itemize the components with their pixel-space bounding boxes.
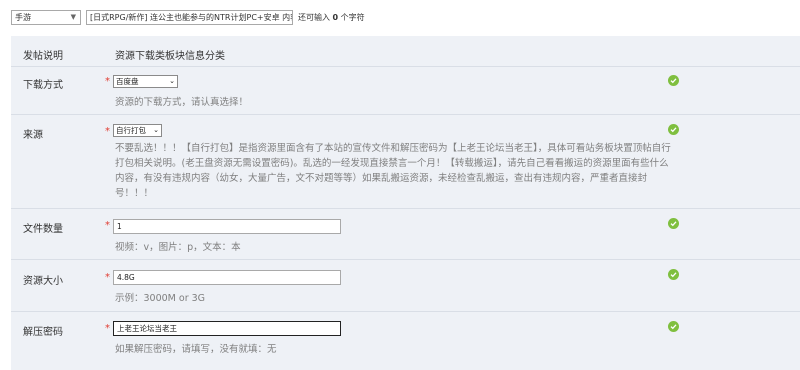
check-icon (668, 124, 679, 135)
check-icon (668, 321, 679, 332)
row-divider (11, 66, 800, 67)
row-divider (11, 311, 800, 312)
resource-size-hint: 示例：3000M or 3G (115, 293, 206, 304)
required-mark: * (105, 272, 110, 283)
required-mark: * (105, 76, 110, 87)
category-select[interactable]: 手游 ▼ (11, 10, 81, 25)
header-label: 发帖说明 (23, 51, 63, 62)
download-method-hint: 资源的下载方式，请认真选择！ (115, 97, 249, 108)
remaining-count: 0 (332, 13, 339, 22)
download-method-label: 下载方式 (23, 80, 63, 91)
source-hint: 不要乱选！！！【自行打包】是指资源里面含有了本站的宣传文件和解压密码为【上老王论… (115, 143, 671, 199)
resource-size-input[interactable]: 4.8G (113, 270, 341, 285)
row-divider (11, 259, 800, 260)
resource-size-label: 资源大小 (23, 276, 63, 287)
required-mark: * (105, 220, 110, 231)
remaining-suffix: 个字符 (340, 13, 365, 22)
check-icon (668, 75, 679, 86)
required-mark: * (105, 126, 110, 137)
check-icon (668, 269, 679, 280)
source-select[interactable]: 自行打包 ⌄ (113, 124, 162, 137)
file-count-hint: 视频：v，图片：p，文本：本 (115, 242, 241, 253)
required-mark: * (105, 323, 110, 334)
title-input[interactable]: [日式RPG/新作] 连公主也能参与的NTR计划PC+安卓 内容 (86, 10, 293, 25)
category-select-value: 手游 (15, 13, 31, 22)
row-divider (11, 114, 800, 115)
header-description: 资源下载类板块信息分类 (115, 51, 225, 62)
extract-password-input[interactable]: 上老王论坛当老王 (113, 321, 341, 336)
password-label: 解压密码 (23, 327, 63, 338)
file-count-label: 文件数量 (23, 224, 63, 235)
download-method-select[interactable]: 百度盘 ⌄ (113, 75, 178, 88)
title-bar: 手游 ▼ [日式RPG/新作] 连公主也能参与的NTR计划PC+安卓 内容 还可… (0, 0, 800, 34)
remaining-prefix: 还可输入 (298, 13, 330, 22)
source-value: 自行打包 (116, 126, 146, 135)
download-method-value: 百度盘 (116, 77, 139, 86)
chevron-down-icon: ⌄ (169, 77, 175, 85)
check-icon (668, 218, 679, 229)
file-count-input[interactable]: 1 (113, 219, 341, 234)
chevron-down-icon: ▼ (70, 13, 76, 21)
title-remaining-counter: 还可输入 0 个字符 (298, 10, 365, 25)
source-label: 来源 (23, 130, 43, 141)
password-hint: 如果解压密码，请填写，没有就填：无 (115, 344, 277, 355)
row-divider (11, 208, 800, 209)
chevron-down-icon: ⌄ (153, 126, 159, 134)
